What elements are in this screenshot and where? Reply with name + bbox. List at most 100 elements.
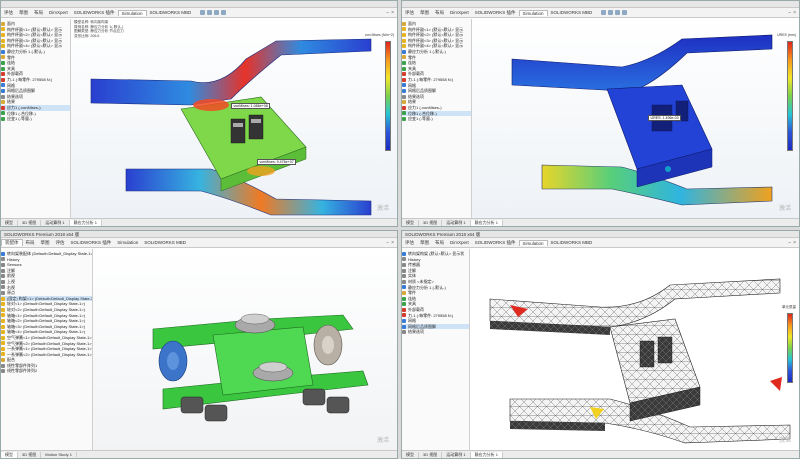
window-controls: – × (386, 240, 397, 246)
minimize-icon[interactable]: – (386, 10, 389, 16)
window-controls: – × (788, 240, 799, 246)
close-icon[interactable]: × (391, 240, 394, 246)
status-tab-3d[interactable]: 3D 视图 (419, 451, 443, 458)
close-icon[interactable]: × (793, 10, 796, 16)
red-node-icon (402, 307, 406, 312)
tab-3[interactable]: DimXpert (447, 10, 472, 15)
status-tab-3d[interactable]: 3D 视图 (18, 219, 42, 226)
status-tab-study[interactable]: 静应力分析 1 (470, 219, 503, 226)
tree-item-label: 一系弹簧<2> (Default<Default_Display State-1… (7, 351, 92, 357)
graphics-viewport[interactable] (93, 249, 397, 450)
tree-item[interactable]: 应变1 (-等量-) (1, 116, 70, 122)
status-tab-motion[interactable]: 运动算例 1 (41, 219, 70, 226)
tab-0[interactable]: 评估 (402, 240, 417, 246)
green-node-icon (1, 60, 5, 65)
bottom-tabs: 模型 3D 视图 运动算例 1 静应力分析 1 (402, 218, 799, 226)
blue-node-icon (402, 285, 406, 290)
tree-item-label: 结果选项 (408, 329, 424, 335)
bottom-tabs: 模型 3D 视图 Motion Study 1 (1, 450, 397, 458)
tab-6[interactable]: SOLIDWORKS MBD (147, 10, 195, 15)
legend-title: von Mises (N/m^2) (364, 33, 394, 37)
close-icon[interactable]: × (391, 10, 394, 16)
rotate-icon[interactable] (207, 10, 213, 15)
bottom-tabs: 模型 3D 视图 运动算例 1 静应力分析 1 (402, 450, 799, 458)
tree-item[interactable]: 结果选项 (402, 329, 469, 335)
zoom-icon[interactable] (200, 10, 206, 15)
green-node-icon (402, 296, 406, 301)
tab-2[interactable]: 布局 (432, 10, 447, 16)
tab-2[interactable]: 草图 (38, 240, 53, 246)
status-tab-3d[interactable]: 3D 视图 (419, 219, 443, 226)
tree-item[interactable]: 线性零部件阵列2 (1, 368, 92, 374)
zoom-icon[interactable] (601, 10, 607, 15)
tab-5[interactable]: Simulation (518, 239, 548, 246)
tab-4[interactable]: SOLIDWORKS 插件 (71, 10, 118, 16)
screenshot-grid: 评估 草图 布局 DimXpert SOLIDWORKS 插件 Simulati… (0, 0, 800, 459)
status-tab-model[interactable]: 模型 (402, 451, 419, 458)
tab-0[interactable]: 评估 (1, 10, 16, 16)
tab-4[interactable]: SOLIDWORKS 插件 (472, 240, 519, 246)
graphics-viewport[interactable] (470, 249, 799, 450)
gray-node-icon (1, 369, 5, 374)
tab-3[interactable]: 评估 (53, 240, 68, 246)
status-tab-model[interactable]: 模型 (1, 451, 18, 458)
status-tab-model[interactable]: 模型 (402, 219, 419, 226)
graphics-viewport[interactable]: URES: 1.496e-03 (472, 19, 799, 218)
tab-0[interactable]: 装配体 (1, 239, 23, 246)
minimize-icon[interactable]: – (788, 240, 791, 246)
tab-5[interactable]: Simulation (117, 9, 147, 16)
ribbon-tabs: 评估 草图 布局 DimXpert SOLIDWORKS 插件 Simulati… (402, 238, 799, 248)
red-node-icon (402, 105, 406, 110)
yellow-node-icon (1, 38, 5, 43)
tab-5[interactable]: Simulation (114, 240, 141, 245)
status-tab-motion[interactable]: 运动算例 1 (442, 219, 471, 226)
tab-1[interactable]: 草图 (417, 240, 432, 246)
yellow-node-icon (1, 341, 5, 346)
rotate-icon[interactable] (608, 10, 614, 15)
display-style-icon[interactable] (221, 10, 227, 15)
close-icon[interactable]: × (793, 240, 796, 246)
tab-6[interactable]: SOLIDWORKS MBD (141, 240, 189, 245)
stress-callout-max: vonMises: 1.086e+08 (231, 103, 271, 109)
tab-3[interactable]: DimXpert (447, 240, 472, 245)
tab-1[interactable]: 布局 (23, 240, 38, 246)
tab-5[interactable]: Simulation (518, 9, 548, 16)
gray-node-icon (1, 363, 5, 368)
tab-6[interactable]: SOLIDWORKS MBD (548, 240, 596, 245)
red-node-icon (402, 77, 406, 82)
tab-4[interactable]: SOLIDWORKS 插件 (68, 240, 115, 246)
activation-watermark: 激活 (778, 206, 791, 212)
yellow-node-icon (1, 32, 5, 37)
yellow-node-icon (1, 335, 5, 340)
tab-3[interactable]: DimXpert (46, 10, 71, 15)
stress-color-legend (385, 41, 391, 151)
tab-6[interactable]: SOLIDWORKS MBD (548, 10, 596, 15)
folder-node-icon (1, 21, 5, 26)
tab-0[interactable]: 评估 (402, 10, 417, 16)
green-node-icon (1, 111, 5, 116)
status-tab-study[interactable]: 静应力分析 1 (69, 219, 102, 226)
panel-stress-plot: 评估 草图 布局 DimXpert SOLIDWORKS 插件 Simulati… (0, 0, 398, 227)
status-tab-study[interactable]: 静应力分析 1 (470, 451, 503, 458)
tab-1[interactable]: 草图 (417, 10, 432, 16)
tree-item[interactable]: 应变1 (-等量-) (402, 116, 471, 122)
graphics-viewport[interactable]: vonMises: 1.086e+08 vonMises: 9.476e+07 (71, 19, 397, 218)
status-tab-model[interactable]: 模型 (1, 219, 18, 226)
tab-2[interactable]: 布局 (31, 10, 46, 16)
tab-1[interactable]: 草图 (16, 10, 31, 16)
gray-node-icon (402, 262, 406, 267)
status-tab-3d[interactable]: 3D 视图 (18, 451, 42, 458)
minimize-icon[interactable]: – (788, 10, 791, 16)
yellow-node-icon (1, 302, 5, 307)
status-tab-motion[interactable]: Motion Study 1 (41, 452, 77, 457)
minimize-icon[interactable]: – (386, 240, 389, 246)
tab-2[interactable]: 布局 (432, 240, 447, 246)
feature-tree: 转向架装配体 (Default<Default_Display State-1>… (1, 249, 93, 450)
ribbon-tabs: 装配体 布局 草图 评估 SOLIDWORKS 插件 Simulation SO… (1, 238, 397, 248)
status-tab-motion[interactable]: 运动算例 1 (442, 451, 471, 458)
display-style-icon[interactable] (622, 10, 628, 15)
tab-4[interactable]: SOLIDWORKS 插件 (472, 10, 519, 16)
yellow-node-icon (1, 324, 5, 329)
section-icon[interactable] (214, 10, 220, 15)
section-icon[interactable] (615, 10, 621, 15)
